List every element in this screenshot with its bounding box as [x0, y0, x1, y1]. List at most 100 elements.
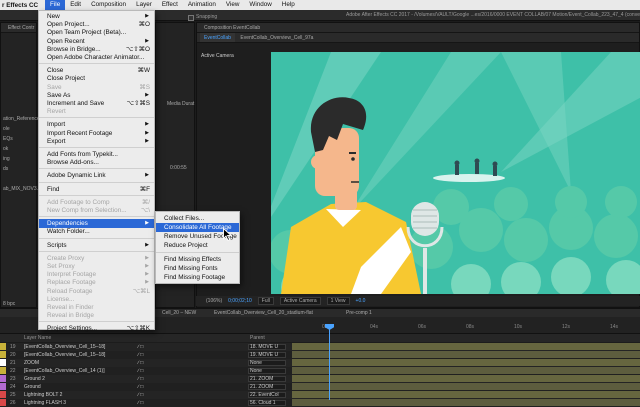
menu-layer[interactable]: Layer	[131, 0, 157, 10]
project-item[interactable]: ok	[3, 146, 8, 152]
layer-label-color[interactable]	[0, 343, 6, 350]
layer-name[interactable]: [EventCollab_Overview_Cell_15–18]	[24, 343, 105, 351]
layer-row[interactable]: 20 [EventCollab_Overview_Cell_15–18] ∕ □ 19…	[0, 351, 640, 359]
layer-duration-bar[interactable]	[292, 391, 640, 398]
project-item[interactable]: ing	[3, 156, 10, 162]
layer-name-header[interactable]: Layer Name	[24, 334, 51, 342]
menu-item-watch-folder[interactable]: Watch Folder...	[39, 227, 154, 236]
submenu-item-find-missing-footage[interactable]: Find Missing Footage	[156, 273, 239, 282]
layer-label-color[interactable]	[0, 359, 6, 366]
layer-row[interactable]: 19 [EventCollab_Overview_Cell_15–18] ∕ □ 18…	[0, 343, 640, 351]
menu-item-reveal-in-bridge[interactable]: Reveal in Bridge	[39, 311, 154, 320]
zoom-level[interactable]: (106%)	[206, 298, 222, 304]
layer-label-color[interactable]	[0, 367, 6, 374]
layer-row[interactable]: 25 Lightning BOLT 2 ∕ □ 22. EventCol	[0, 391, 640, 399]
menu-bar: r Effects CC File Edit Composition Layer…	[0, 0, 640, 10]
menu-item-revert[interactable]: Revert	[39, 107, 154, 116]
project-item[interactable]: ds	[3, 166, 8, 172]
menu-composition[interactable]: Composition	[86, 0, 131, 10]
submenu-item-find-missing-effects[interactable]: Find Missing Effects	[156, 255, 239, 264]
tab-overview-cell[interactable]: EventCollab_Overview_Cell_97a	[236, 33, 317, 42]
layer-row[interactable]: 24 Ground ∕ □ 21. ZOOM	[0, 383, 640, 391]
snapping-checkbox[interactable]	[188, 14, 194, 21]
layer-duration-bar[interactable]	[292, 343, 640, 350]
menu-separator	[156, 252, 239, 253]
submenu-arrow-icon: ▶	[145, 241, 149, 248]
layer-duration-bar[interactable]	[292, 367, 640, 374]
project-item[interactable]: EQs	[3, 136, 13, 142]
playhead-line[interactable]	[329, 324, 330, 400]
bit-depth[interactable]: 8 bpc	[3, 301, 15, 307]
layer-row[interactable]: 21 ZOOM ∕ □ None	[0, 359, 640, 367]
layer-label-color[interactable]	[0, 383, 6, 390]
menu-separator	[39, 237, 154, 239]
menu-item-browse-add-ons[interactable]: Browse Add-ons...	[39, 158, 154, 167]
layer-duration-bar[interactable]	[292, 375, 640, 382]
menu-file[interactable]: File	[45, 0, 66, 10]
layer-row[interactable]: 23 Ground 2 ∕ □ 21. ZOOM	[0, 375, 640, 383]
layer-label-color[interactable]	[0, 375, 6, 382]
time-ruler[interactable]: 02s 04s 06s 08s 10s 12s 14s	[292, 324, 640, 334]
effect-controls-tab[interactable]: Effect Contr	[4, 23, 36, 32]
menu-edit[interactable]: Edit	[65, 0, 86, 10]
camera-dropdown[interactable]: Active Camera	[279, 297, 321, 305]
layer-switches[interactable]: ∕ □	[138, 351, 143, 359]
layer-number: 23	[10, 376, 16, 382]
layer-row[interactable]: 22 [EventCollab_Overview_Cell_14 (1)] ∕ □ N…	[0, 367, 640, 375]
project-item[interactable]: ation_Reference	[3, 116, 40, 122]
layer-name[interactable]: Ground	[24, 383, 41, 391]
layer-duration-bar[interactable]	[292, 351, 640, 358]
layer-duration-bar[interactable]	[292, 399, 640, 406]
resolution-dropdown[interactable]: Full	[257, 297, 274, 305]
layer-name[interactable]: Lightning BOLT 2	[24, 391, 62, 399]
project-panel: Effect Contr ation_Reference ole EQs ok …	[0, 22, 48, 308]
menu-animation[interactable]: Animation	[183, 0, 221, 10]
comp-viewer[interactable]	[271, 52, 640, 294]
parent-header[interactable]: Parent	[250, 334, 265, 342]
layer-switches[interactable]: ∕ □	[138, 367, 143, 375]
current-timecode[interactable]: 0;00;02;10	[228, 298, 252, 304]
layer-duration-bar[interactable]	[292, 359, 640, 366]
layer-name[interactable]: Lightning FLASH 3	[24, 399, 66, 407]
submenu-item-collect-files[interactable]: Collect Files...	[156, 214, 239, 223]
menu-item-new-comp-from-selection[interactable]: New Comp from Selection... ⌥\	[39, 206, 154, 215]
exposure-value[interactable]: +0.0	[356, 298, 366, 304]
layer-label-color[interactable]	[0, 399, 6, 406]
submenu-item-find-missing-fonts[interactable]: Find Missing Fonts	[156, 264, 239, 273]
view-layout-dropdown[interactable]: 1 View	[326, 297, 350, 305]
menu-effect[interactable]: Effect	[157, 0, 183, 10]
layer-name[interactable]: Ground 2	[24, 375, 45, 383]
tab-eventcollab[interactable]: EventCollab	[200, 33, 235, 42]
layer-switches[interactable]: ∕ □	[138, 359, 143, 367]
submenu-item-reduce-project[interactable]: Reduce Project	[156, 241, 239, 250]
project-item[interactable]: ole	[3, 126, 10, 132]
menu-item-find[interactable]: Find ⌘F	[39, 185, 154, 194]
menu-help[interactable]: Help	[277, 0, 300, 10]
layer-name[interactable]: ZOOM	[24, 359, 39, 367]
menu-item-label: Reveal in Finder	[47, 304, 94, 311]
menu-item-label: Save	[47, 83, 62, 91]
window-title: Adobe After Effects CC 2017 - /Volumes/V…	[346, 12, 640, 18]
menu-item-label: Reveal in Bridge	[47, 312, 94, 320]
menu-item-open-adobe-character-animator[interactable]: Open Adobe Character Animator...	[39, 53, 154, 62]
menu-item-scripts[interactable]: Scripts ▶	[39, 241, 154, 250]
menu-window[interactable]: Window	[244, 0, 276, 10]
layer-switches[interactable]: ∕ □	[138, 375, 143, 383]
app-name[interactable]: r Effects CC	[0, 2, 45, 9]
submenu-item-label: Find Missing Footage	[164, 274, 226, 281]
layer-switches[interactable]: ∕ □	[138, 343, 143, 351]
layer-name[interactable]: [EventCollab_Overview_Cell_15–18]	[24, 351, 105, 359]
layer-label-color[interactable]	[0, 351, 6, 358]
menu-item-adobe-dynamic-link[interactable]: Adobe Dynamic Link ▶	[39, 171, 154, 180]
layer-switches[interactable]: ∕ □	[138, 383, 143, 391]
layer-label-color[interactable]	[0, 391, 6, 398]
layer-duration-bar[interactable]	[292, 383, 640, 390]
layer-switches[interactable]: ∕ □	[138, 391, 143, 399]
layer-name[interactable]: [EventCollab_Overview_Cell_14 (1)]	[24, 367, 105, 375]
menu-item-export[interactable]: Export ▶	[39, 137, 154, 146]
menu-item-label: Export	[47, 137, 66, 145]
layer-row[interactable]: 26 Lightning FLASH 3 ∕ □ 56. Cloud 1	[0, 399, 640, 407]
menu-item-project-settings[interactable]: Project Settings... ⌥⇧⌘K	[39, 324, 154, 333]
menu-view[interactable]: View	[221, 0, 245, 10]
layer-switches[interactable]: ∕ □	[138, 399, 143, 407]
